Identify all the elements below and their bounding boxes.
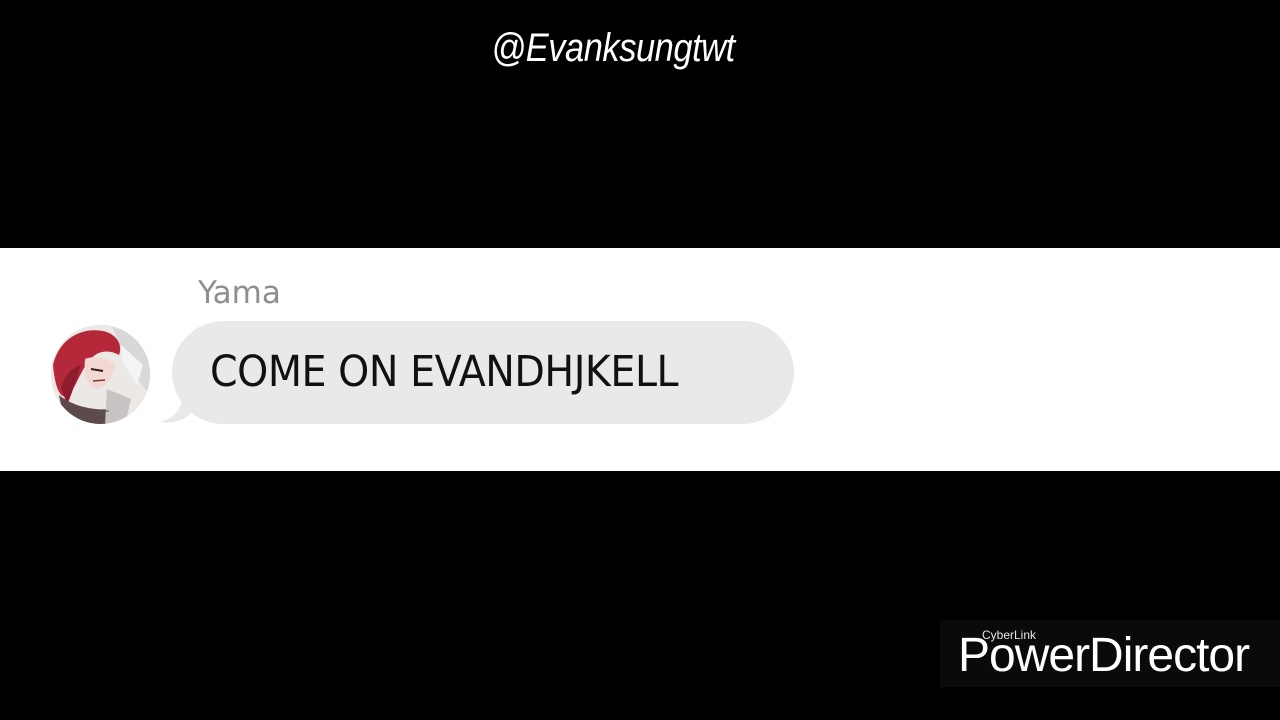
red-haired-character-avatar-icon [51, 325, 150, 424]
message-bubble[interactable]: COME ON EVANDHJKELL [172, 321, 794, 424]
sender-name: Yama [198, 275, 281, 311]
account-handle: @Evanksungtwt [491, 26, 735, 70]
watermark-brand-small: CyberLink [982, 628, 1037, 642]
chat-message-strip: Yama COME ON EVANDHJKELL [0, 248, 1280, 471]
avatar[interactable] [51, 325, 150, 424]
message-text: COME ON EVANDHJKELL [210, 347, 679, 397]
powerdirector-watermark: PowerDirector CyberLink [940, 620, 1280, 687]
